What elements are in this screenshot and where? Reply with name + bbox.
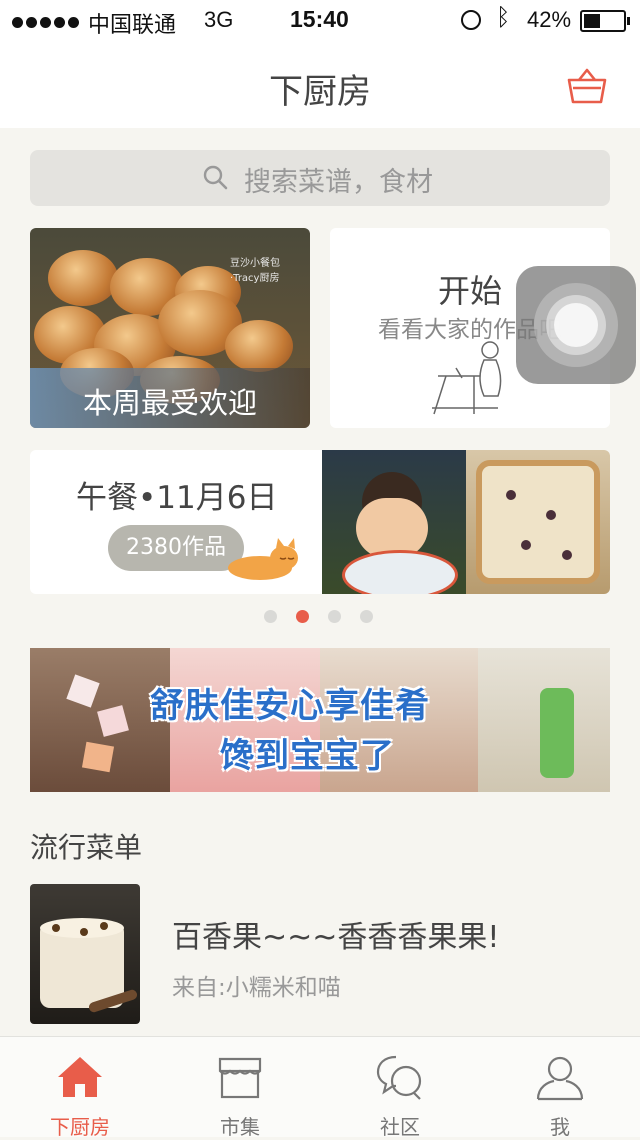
tab-market[interactable]: 市集 bbox=[160, 1037, 320, 1139]
promo-banner[interactable]: 舒肤佳安心享佳肴 馋到宝宝了 bbox=[30, 648, 610, 792]
recipe-title[interactable]: 百香果~~~香香香果果! bbox=[172, 912, 499, 956]
recipe-author: 来自:小糯米和喵 bbox=[172, 975, 341, 1001]
tab-community[interactable]: 社区 bbox=[320, 1037, 480, 1139]
photo-watermark: 豆沙小餐包 ·Tracy厨房 bbox=[230, 258, 280, 284]
banner-subline: 馋到宝宝了 bbox=[220, 736, 395, 776]
sleeping-cat-icon bbox=[228, 538, 298, 580]
page-dot[interactable] bbox=[296, 610, 309, 623]
page-dot[interactable] bbox=[264, 610, 277, 623]
carousel-page-indicator bbox=[264, 608, 392, 627]
chat-bubbles-icon bbox=[376, 1055, 422, 1100]
search-bar[interactable]: 搜索菜谱，食材 bbox=[30, 150, 610, 206]
tab-me[interactable]: 我 bbox=[480, 1037, 640, 1139]
tab-home[interactable]: 下厨房 bbox=[0, 1037, 160, 1139]
tab-bar: 下厨房 市集 社区 我 bbox=[0, 1036, 640, 1139]
child-eating-photo bbox=[322, 450, 466, 594]
status-bar: 中国联通 3G 15:40 ᛒ 42% bbox=[0, 0, 640, 40]
battery-icon bbox=[580, 10, 630, 32]
page-title: 下厨房 bbox=[269, 72, 371, 112]
bread-photo bbox=[466, 450, 610, 594]
page-dot[interactable] bbox=[328, 610, 341, 623]
lunch-title: 午餐•11月6日 bbox=[76, 480, 278, 516]
popular-caption-bar: 本周最受欢迎 bbox=[30, 368, 310, 428]
market-icon bbox=[218, 1057, 262, 1099]
person-icon bbox=[536, 1056, 584, 1101]
section-title: 流行菜单 bbox=[30, 831, 143, 864]
carrier-label: 中国联通 bbox=[88, 13, 177, 38]
banner-headline: 舒肤佳安心享佳肴 bbox=[150, 686, 430, 726]
search-icon bbox=[203, 165, 228, 190]
cook-illustration-icon bbox=[432, 341, 502, 415]
signal-strength-icon bbox=[12, 8, 82, 34]
basket-icon[interactable] bbox=[566, 66, 608, 106]
nav-bar: 下厨房 bbox=[0, 40, 640, 128]
battery-percent: 42% bbox=[527, 7, 572, 32]
bluetooth-icon: ᛒ bbox=[496, 4, 511, 31]
network-type-label: 3G bbox=[204, 7, 234, 32]
weekly-popular-card[interactable]: 豆沙小餐包 ·Tracy厨房 本周最受欢迎 bbox=[30, 228, 310, 428]
lunch-card[interactable]: 午餐•11月6日 2380作品 bbox=[30, 450, 610, 594]
home-icon bbox=[58, 1057, 102, 1097]
recipe-thumbnail[interactable] bbox=[30, 884, 140, 1024]
rotation-lock-icon bbox=[461, 10, 481, 30]
search-placeholder: 搜索菜谱，食材 bbox=[244, 167, 433, 198]
clock: 15:40 bbox=[290, 6, 349, 32]
page-dot[interactable] bbox=[360, 610, 373, 623]
assistive-touch-button[interactable] bbox=[516, 266, 636, 384]
popular-caption: 本周最受欢迎 bbox=[82, 386, 257, 420]
